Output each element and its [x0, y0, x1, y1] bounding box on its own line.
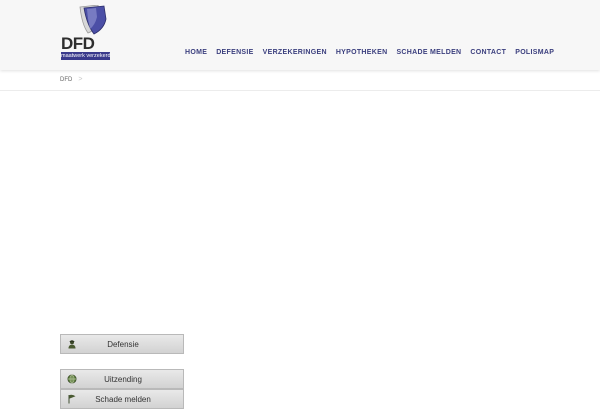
- breadcrumb-separator: >: [78, 76, 83, 83]
- nav-item-polismap[interactable]: POLISMAP: [515, 48, 554, 58]
- nav-item-schade-melden[interactable]: SCHADE MELDEN: [396, 48, 461, 58]
- logo-text: DFD: [61, 34, 95, 53]
- shield-logo-icon: [79, 5, 107, 35]
- nav-item-home[interactable]: HOME: [185, 48, 207, 58]
- sidebar-button-defensie[interactable]: Defensie: [60, 334, 184, 354]
- nav-item-hypotheken[interactable]: HYPOTHEKEN: [336, 48, 388, 58]
- sidebar-button-label: Schade melden: [95, 395, 151, 404]
- breadcrumb: DFD >: [60, 76, 82, 83]
- sidebar-button-uitzending[interactable]: Uitzending: [60, 369, 184, 389]
- main-nav: HOME DEFENSIE VERZEKERINGEN HYPOTHEKEN S…: [185, 48, 554, 58]
- nav-item-contact[interactable]: CONTACT: [470, 48, 506, 58]
- breadcrumb-root[interactable]: DFD: [60, 77, 72, 83]
- sidebar-button-label: Defensie: [107, 340, 139, 349]
- breadcrumb-bar: DFD >: [0, 70, 600, 91]
- sidebar-button-label: Uitzending: [104, 375, 142, 384]
- sidebar-button-schade-melden[interactable]: Schade melden: [60, 389, 184, 409]
- site-header: DFD maatwerk verzekerd HOME DEFENSIE VER…: [0, 0, 600, 70]
- nav-item-defensie[interactable]: DEFENSIE: [216, 48, 253, 58]
- nav-item-verzekeringen[interactable]: VERZEKERINGEN: [263, 48, 327, 58]
- logo[interactable]: DFD maatwerk verzekerd: [60, 5, 112, 60]
- logo-tagline: maatwerk verzekerd: [61, 52, 110, 60]
